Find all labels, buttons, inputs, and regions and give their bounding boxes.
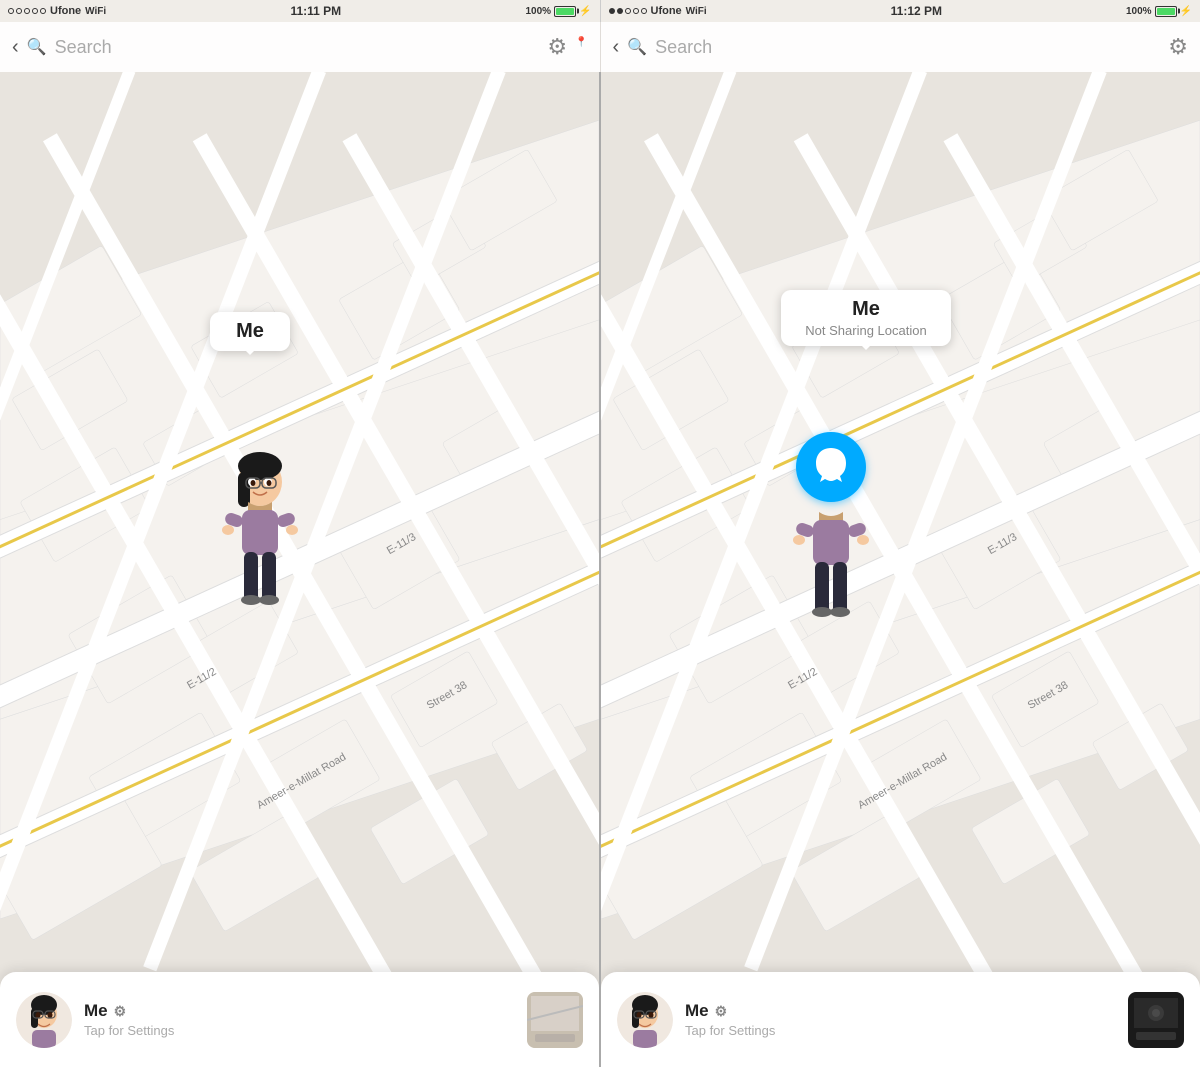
right-card-info: Me ⚙ Tap for Settings (685, 1001, 1116, 1038)
left-tooltip-name: Me (224, 320, 276, 343)
right-time: 11:12 PM (891, 4, 942, 18)
signal-dot-r5 (641, 8, 647, 14)
right-status-bar: Ufone WiFi 11:12 PM 100% ⚡ (601, 0, 1200, 22)
left-search-icon: 🔍 (27, 37, 47, 57)
left-charging-icon: ⚡ (579, 6, 591, 17)
left-time: 11:11 PM (290, 4, 341, 18)
right-bottom-card[interactable]: Me ⚙ Tap for Settings (601, 972, 1200, 1067)
left-location-pin: 📍 (575, 37, 587, 48)
right-battery-percent: 100% (1126, 6, 1152, 17)
left-battery-icon (554, 6, 576, 17)
signal-dot-r3 (625, 8, 631, 14)
right-charging-icon: ⚡ (1180, 6, 1192, 17)
signal-dot-3 (24, 8, 30, 14)
left-status-right: 100% ⚡ (525, 6, 591, 17)
right-tooltip[interactable]: Me Not Sharing Location (781, 290, 951, 346)
left-search-bar: ‹ 🔍 Search ⚙ 📍 (0, 22, 600, 72)
signal-dot-1 (8, 8, 14, 14)
left-search-input[interactable]: Search (55, 37, 540, 58)
left-card-gear-icon[interactable]: ⚙ (114, 1003, 127, 1020)
snapchat-ghost-icon (796, 432, 866, 502)
right-bitmoji-character (791, 442, 871, 622)
right-card-subtitle: Tap for Settings (685, 1023, 1116, 1038)
signal-dot-r1 (609, 8, 615, 14)
signal-dot-r2 (617, 8, 623, 14)
left-card-subtitle: Tap for Settings (84, 1023, 515, 1038)
right-status-right: 100% ⚡ (1126, 6, 1192, 17)
right-map-panel[interactable]: E-11/3 E-11/2 Street 38 Ameer-e-Millat R… (601, 72, 1200, 1067)
right-card-name: Me ⚙ (685, 1001, 1116, 1021)
search-bars: ‹ 🔍 Search ⚙ 📍 ‹ 🔍 Search ⚙ (0, 22, 1200, 72)
left-map-panel[interactable]: E-11/3 E-11/2 Street 38 Ameer-e-Millat R… (0, 72, 599, 1067)
left-tooltip[interactable]: Me (210, 312, 290, 351)
left-card-name: Me ⚙ (84, 1001, 515, 1021)
left-battery-percent: 100% (525, 6, 551, 17)
right-back-button[interactable]: ‹ (613, 36, 620, 59)
left-back-button[interactable]: ‹ (12, 36, 19, 59)
left-status-bar: Ufone WiFi 11:11 PM 100% ⚡ (0, 0, 600, 22)
right-card-gear-icon[interactable]: ⚙ (715, 1003, 728, 1020)
right-battery-icon (1155, 6, 1177, 17)
left-bitmoji-character (220, 452, 300, 612)
signal-dot-2 (16, 8, 22, 14)
left-card-thumbnail (527, 992, 583, 1048)
right-status-left: Ufone WiFi (609, 5, 707, 17)
right-card-thumbnail (1128, 992, 1184, 1048)
right-search-input[interactable]: Search (655, 37, 1160, 58)
right-wifi-icon: WiFi (686, 6, 707, 17)
left-wifi-icon: WiFi (85, 6, 106, 17)
right-tooltip-name: Me (795, 298, 937, 321)
status-bars: Ufone WiFi 11:11 PM 100% ⚡ Ufone WiFi 11… (0, 0, 1200, 22)
left-signal (8, 8, 46, 14)
left-bottom-card[interactable]: Me ⚙ Tap for Settings (0, 972, 599, 1067)
left-status-left: Ufone WiFi (8, 5, 106, 17)
right-search-bar: ‹ 🔍 Search ⚙ (601, 22, 1200, 72)
left-settings-icon[interactable]: ⚙ (547, 34, 567, 60)
right-search-icon: 🔍 (627, 37, 647, 57)
signal-dot-r4 (633, 8, 639, 14)
right-carrier: Ufone (651, 5, 682, 17)
left-card-info: Me ⚙ Tap for Settings (84, 1001, 515, 1038)
right-settings-icon[interactable]: ⚙ (1168, 34, 1188, 60)
signal-dot-4 (32, 8, 38, 14)
right-signal (609, 8, 647, 14)
right-tooltip-subtitle: Not Sharing Location (795, 323, 937, 338)
right-map-svg: E-11/3 E-11/2 Street 38 Ameer-e-Millat R… (601, 72, 1200, 1067)
left-card-avatar (16, 992, 72, 1048)
right-card-avatar (617, 992, 673, 1048)
left-carrier: Ufone (50, 5, 81, 17)
signal-dot-5 (40, 8, 46, 14)
main-area: E-11/3 E-11/2 Street 38 Ameer-e-Millat R… (0, 72, 1200, 1067)
